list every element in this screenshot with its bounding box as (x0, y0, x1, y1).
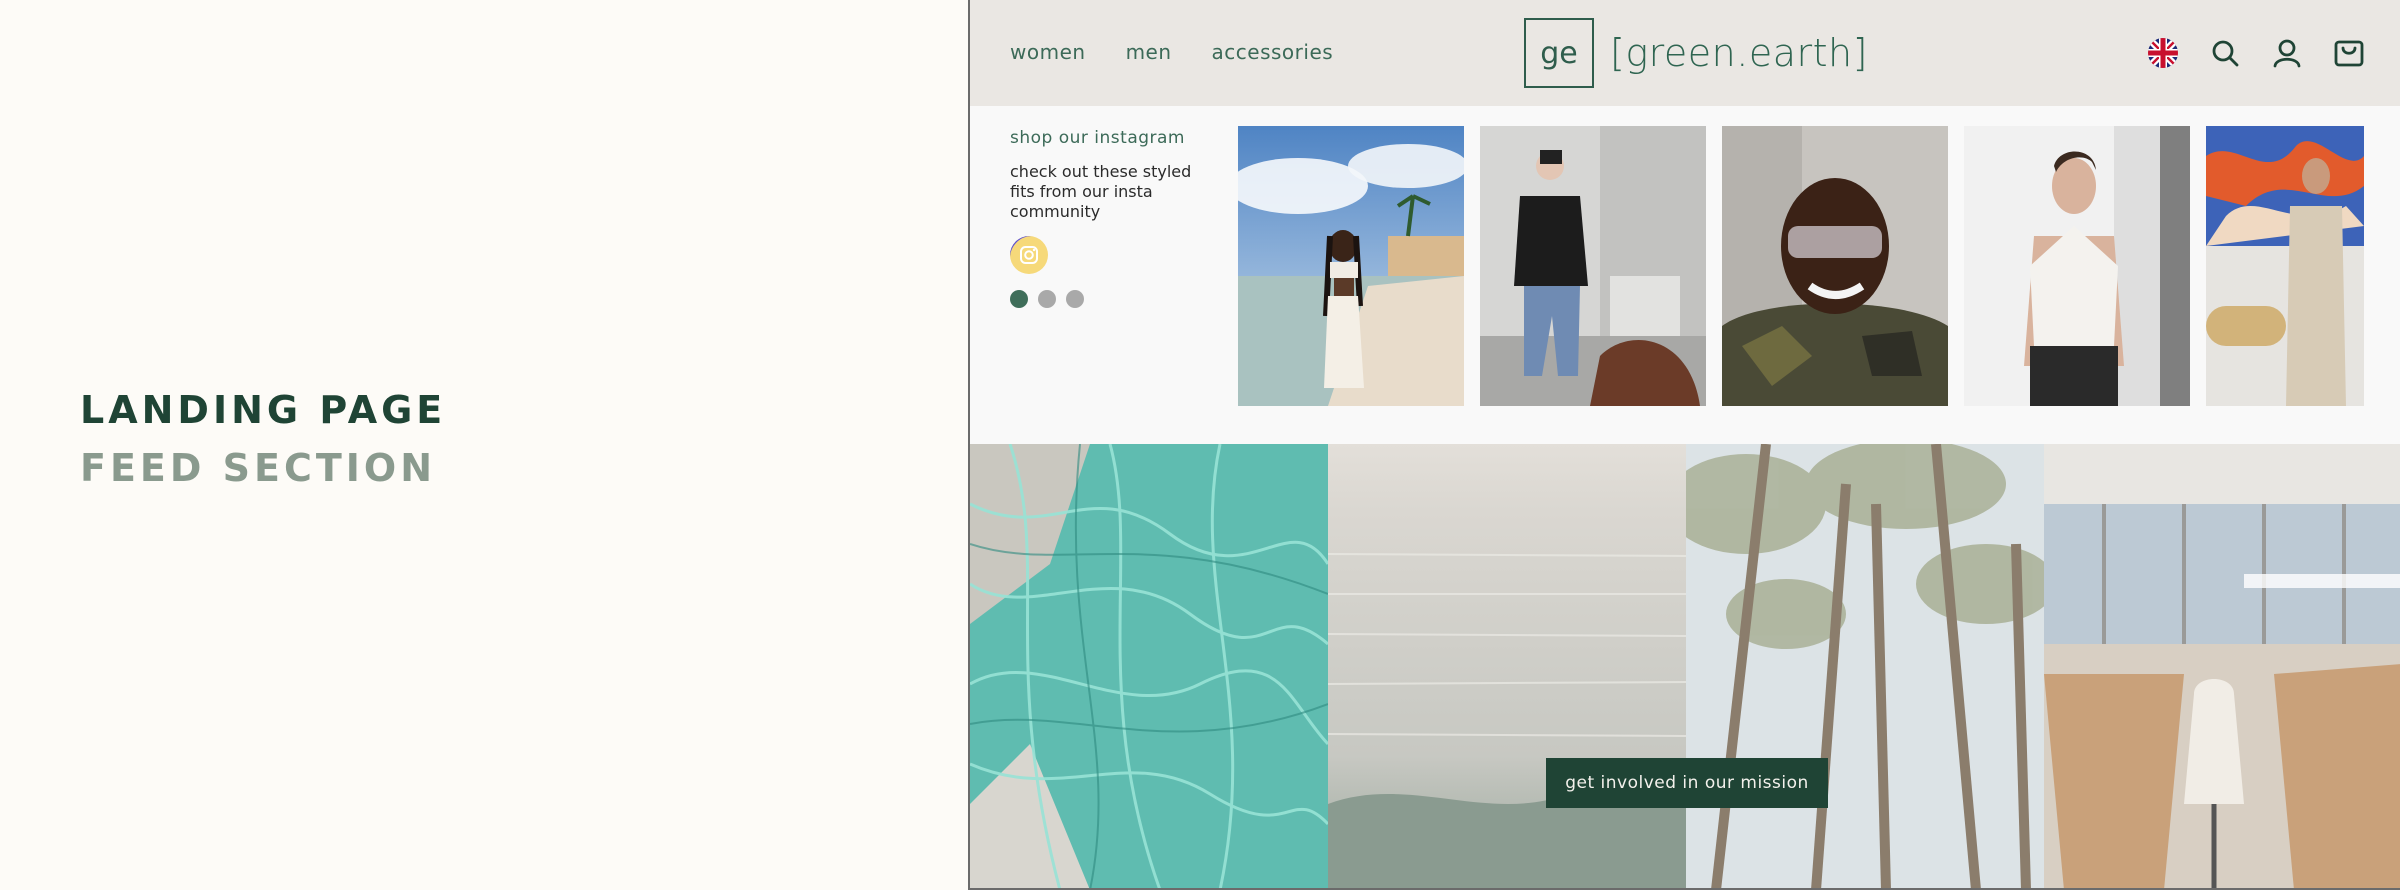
ocean-photo (1328, 444, 1686, 888)
pagination-dot-1[interactable] (1010, 290, 1028, 308)
main-nav: women men accessories (1010, 40, 1333, 64)
caption-title: LANDING PAGE (80, 388, 447, 432)
instagram-icon[interactable] (1010, 236, 1048, 274)
shopping-bag-icon[interactable] (2332, 36, 2366, 70)
art-gallery-photo[interactable] (2206, 126, 2364, 406)
nav-accessories[interactable]: accessories (1212, 40, 1334, 64)
nav-men[interactable]: men (1126, 40, 1172, 64)
mission-section: get involved in our mission (970, 444, 2400, 888)
logo-text: [green.earth] (1610, 31, 1868, 75)
halter-top-photo[interactable] (1964, 126, 2190, 406)
instagram-feed-section: shop our instagram check out these style… (970, 106, 2400, 444)
uk-flag-icon[interactable] (2146, 36, 2180, 70)
user-icon[interactable] (2270, 36, 2304, 70)
brand-logo[interactable]: ge [green.earth] (1524, 18, 1868, 88)
caption-subtitle: FEED SECTION (80, 446, 437, 490)
beach-photo[interactable] (1238, 126, 1464, 406)
pagination-dot-3[interactable] (1066, 290, 1084, 308)
pagination-dot-2[interactable] (1038, 290, 1056, 308)
site-header: women men accessories ge [green.earth] (970, 0, 2400, 106)
search-icon[interactable] (2208, 36, 2242, 70)
logo-mark: ge (1524, 18, 1594, 88)
instagram-section-title: shop our instagram (1010, 128, 1185, 148)
workshop-photo (2044, 444, 2400, 888)
sunglasses-selfie-photo[interactable] (1722, 126, 1948, 406)
instagram-section-description: check out these styled fits from our ins… (1010, 162, 1192, 221)
carousel-pagination (1010, 290, 1084, 308)
landing-page-mockup: women men accessories ge [green.earth] s… (968, 0, 2400, 890)
header-actions (2146, 36, 2366, 70)
fishing-net-photo (970, 444, 1328, 888)
get-involved-button[interactable]: get involved in our mission (1546, 758, 1828, 808)
instagram-photo-row (1238, 126, 2364, 406)
mirror-selfie-photo[interactable] (1480, 126, 1706, 406)
nav-women[interactable]: women (1010, 40, 1086, 64)
page-caption: LANDING PAGE FEED SECTION (80, 388, 446, 490)
forest-photo (1686, 444, 2044, 888)
